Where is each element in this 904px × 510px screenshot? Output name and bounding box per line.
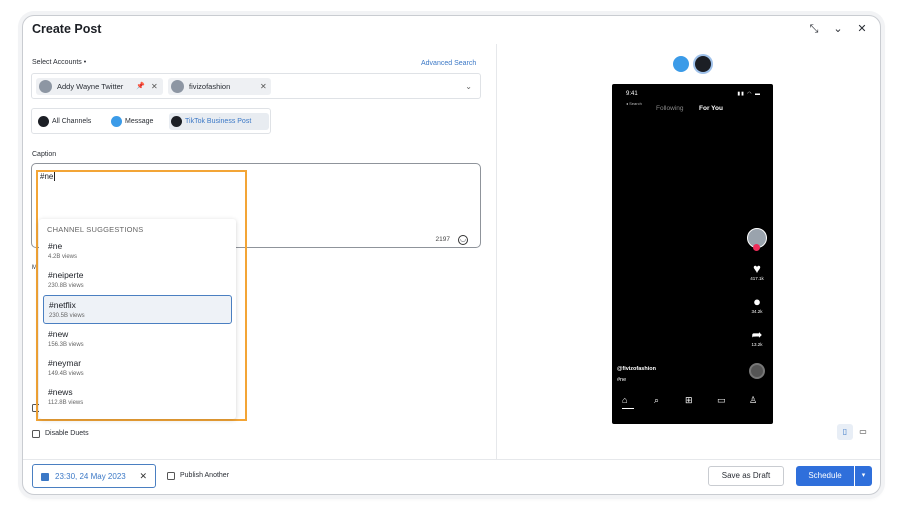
save-draft-button[interactable]: Save as Draft	[708, 466, 784, 486]
suggestion-tag: #netflix	[49, 300, 76, 310]
chip-label: fivizofashion	[189, 82, 231, 91]
remove-chip-icon[interactable]: ✕	[151, 78, 158, 95]
schedule-date-button[interactable]: 23:30, 24 May 2023 ✕	[32, 464, 156, 488]
chevron-down-icon[interactable]: ⌄	[465, 82, 472, 91]
titlebar: Create Post ⤡ ⌄ ✕	[23, 16, 880, 44]
accounts-selector[interactable]: Addy Wayne Twitter 📌 ✕ fivizofashion ✕ ⌄	[31, 73, 481, 99]
mobile-view-icon[interactable]: ▯	[837, 424, 853, 440]
char-count: 2197	[435, 236, 450, 243]
chip-label: Addy Wayne Twitter	[57, 82, 124, 91]
tab-tiktok-business-post[interactable]: TikTok Business Post	[169, 113, 269, 130]
date-label: 23:30, 24 May 2023	[55, 472, 126, 481]
account-chip-twitter: Addy Wayne Twitter 📌 ✕	[36, 78, 163, 95]
dialog-title: Create Post	[32, 22, 102, 36]
suggestion-item[interactable]: #news 112.8B views	[43, 383, 232, 412]
preview-username: @fivizofashion	[617, 366, 656, 372]
tab-following: Following	[656, 105, 684, 112]
calendar-icon	[41, 473, 49, 481]
phone-search-back: ◂ Search	[626, 101, 642, 106]
schedule-button[interactable]: Schedule	[796, 466, 854, 486]
panel-divider	[496, 44, 497, 459]
like-count: 417.1k	[750, 276, 764, 281]
comment-action: ● 34.2k	[748, 294, 766, 315]
suggestion-views: 4.2B views	[48, 254, 78, 260]
remove-chip-icon[interactable]: ✕	[260, 78, 267, 95]
suggestion-tag: #news	[48, 387, 73, 397]
suggestion-views: 149.4B views	[48, 371, 84, 377]
profile-icon: ♙	[749, 395, 758, 405]
music-disc-icon	[749, 363, 765, 379]
close-icon[interactable]: ✕	[855, 22, 869, 36]
status-icons: ▮▮ ◠ ▬	[737, 91, 761, 97]
clear-date-icon[interactable]: ✕	[139, 471, 147, 482]
search-icon: ⌕	[654, 395, 660, 405]
disable-duets-label: Disable Duets	[45, 430, 89, 437]
suggestion-item[interactable]: #new 156.3B views	[43, 325, 232, 354]
home-icon: ⌂	[622, 395, 628, 405]
publish-another-checkbox[interactable]	[167, 472, 175, 480]
heart-icon: ♥	[753, 261, 761, 276]
comment-count: 34.2k	[751, 309, 763, 314]
footer-divider	[23, 459, 880, 460]
create-post-dialog: Create Post ⤡ ⌄ ✕ Select Accounts • Adva…	[22, 15, 881, 495]
avatar	[171, 80, 184, 93]
suggestion-tag: #ne	[48, 241, 63, 251]
tab-label: TikTok Business Post	[185, 118, 252, 125]
preview-caption: #ne	[617, 377, 627, 383]
suggestion-views: 112.8B views	[48, 400, 84, 406]
twitter-preview-icon[interactable]	[673, 56, 689, 72]
tiktok-icon	[171, 116, 182, 127]
hashtag-suggestions-dropdown: CHANNEL SUGGESTIONS #ne 4.2B views #neip…	[39, 219, 236, 419]
avatar	[39, 80, 52, 93]
publish-another-label: Publish Another	[180, 472, 230, 479]
disable-duets-checkbox[interactable]	[32, 430, 40, 438]
tab-message[interactable]: Message	[109, 113, 167, 130]
tab-for-you: For You	[699, 105, 723, 112]
tab-all-channels[interactable]: All Channels	[36, 113, 106, 130]
like-action: ♥ 417.1k	[748, 261, 766, 282]
schedule-options-chevron-icon[interactable]: ▾	[855, 466, 872, 486]
inbox-icon: ▭	[717, 395, 726, 405]
suggestion-tag: #new	[48, 329, 69, 339]
tab-label: All Channels	[52, 118, 92, 125]
follow-plus-icon	[753, 244, 760, 251]
comment-icon: ●	[753, 294, 761, 309]
active-nav-indicator	[622, 408, 634, 409]
advanced-search-link[interactable]: Advanced Search	[421, 60, 476, 67]
share-count: 13.2k	[751, 342, 763, 347]
tiktok-phone-preview: 9:41 ▮▮ ◠ ▬ ◂ Search Following For You ♥…	[612, 84, 773, 424]
emoji-icon[interactable]: ◡	[458, 235, 468, 245]
suggestion-tag: #neymar	[48, 358, 82, 368]
channel-tabs: All Channels Message TikTok Business Pos…	[31, 108, 271, 134]
create-icon: ⊞	[685, 395, 693, 405]
phone-bottom-nav: ⌂ ⌕ ⊞ ▭ ♙	[612, 392, 773, 412]
screen: Create Post ⤡ ⌄ ✕ Select Accounts • Adva…	[0, 0, 904, 510]
pin-icon[interactable]: 📌	[136, 78, 145, 95]
desktop-view-icon[interactable]: ▭	[855, 424, 871, 440]
suggestion-views: 230.8B views	[48, 283, 84, 289]
globe-icon	[38, 116, 49, 127]
suggestion-item[interactable]: #ne 4.2B views	[43, 237, 232, 266]
suggestion-item[interactable]: #neymar 149.4B views	[43, 354, 232, 383]
suggestion-item[interactable]: #neiperte 230.8B views	[43, 266, 232, 295]
suggestion-views: 230.5B views	[49, 313, 85, 319]
share-icon: ➦	[751, 327, 763, 342]
suggestion-item-selected[interactable]: #netflix 230.5B views	[43, 295, 232, 324]
caption-label: Caption	[32, 151, 57, 158]
account-chip-tiktok: fivizofashion ✕	[168, 78, 271, 95]
twitter-icon	[111, 116, 122, 127]
suggestion-views: 156.3B views	[48, 342, 84, 348]
chevron-down-icon[interactable]: ⌄	[831, 22, 845, 36]
share-action: ➦ 13.2k	[748, 327, 766, 348]
collapse-arrows-icon[interactable]: ⤡	[807, 22, 821, 36]
tiktok-preview-icon[interactable]	[695, 56, 711, 72]
phone-time: 9:41	[626, 91, 638, 97]
suggestions-header: CHANNEL SUGGESTIONS	[47, 225, 144, 234]
accounts-label: Select Accounts •	[32, 59, 87, 66]
suggestion-tag: #neiperte	[48, 270, 84, 280]
tab-label: Message	[125, 118, 154, 125]
